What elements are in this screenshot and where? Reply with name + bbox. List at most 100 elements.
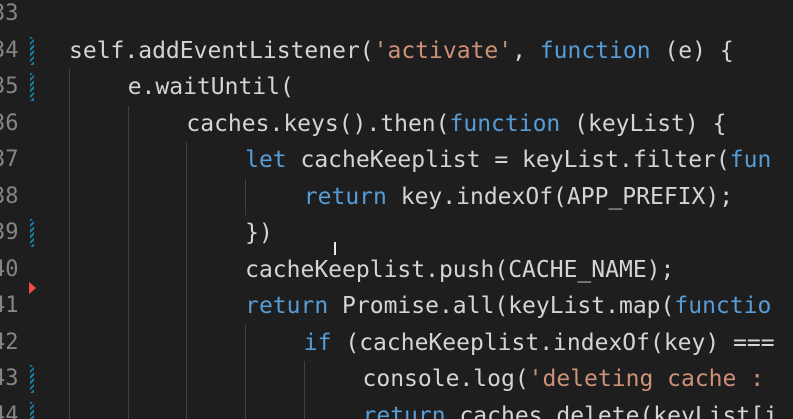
indent-guide bbox=[69, 105, 70, 142]
code-text[interactable]: return Promise.all(keyList.map(functio bbox=[245, 288, 771, 325]
indent-guide bbox=[303, 361, 305, 398]
code-line[interactable]: 42 if (cacheKeeplist.indexOf(key) === bbox=[0, 324, 793, 362]
code-line[interactable]: 38 return key.indexOf(APP_PREFIX); bbox=[0, 178, 793, 216]
line-number: 36 bbox=[0, 110, 19, 136]
code-text[interactable]: self.addEventListener('activate', functi… bbox=[69, 33, 734, 70]
code-line[interactable]: 34 self.addEventListener('activate', func… bbox=[0, 33, 793, 70]
indent-guide bbox=[127, 142, 129, 179]
line-number: 39 bbox=[0, 220, 19, 245]
line-number: 44 bbox=[0, 402, 19, 419]
modified-line-indicator[interactable] bbox=[30, 73, 34, 101]
indent-guide bbox=[186, 142, 188, 179]
line-number: 33 bbox=[0, 1, 19, 26]
line-number: 43 bbox=[0, 366, 19, 391]
code-token: cacheKeeplist = keyList.filter( bbox=[286, 147, 730, 173]
modified-line-indicator[interactable] bbox=[30, 365, 34, 393]
code-line[interactable]: 37 let cacheKeeplist = keyList.filter(fun bbox=[0, 142, 793, 179]
indent-guide bbox=[186, 361, 188, 398]
line-number: 41 bbox=[0, 293, 19, 318]
code-text[interactable]: return caches.delete(keyList[i bbox=[363, 398, 778, 419]
line-number: 40 bbox=[0, 256, 19, 282]
code-token: caches.delete(keyList[i bbox=[445, 402, 778, 419]
code-line[interactable]: 41 return Promise.all(keyList.map(functio bbox=[0, 282, 793, 325]
line-number: 34 bbox=[0, 37, 19, 63]
code-token: self.addEventListener( bbox=[69, 37, 374, 64]
code-token: (e) { bbox=[650, 37, 734, 64]
code-token: return bbox=[303, 183, 387, 210]
code-token: key.indexOf(APP_PREFIX); bbox=[386, 183, 734, 210]
code-token: }) bbox=[245, 220, 273, 246]
indent-guide bbox=[69, 178, 70, 215]
code-text[interactable]: let cacheKeeplist = keyList.filter(fun bbox=[245, 142, 771, 179]
indent-guide bbox=[69, 215, 70, 252]
code-text[interactable]: return key.indexOf(APP_PREFIX); bbox=[304, 179, 733, 216]
indent-guide bbox=[186, 251, 188, 288]
code-token: , bbox=[512, 37, 540, 64]
code-line[interactable]: 33 bbox=[0, 0, 793, 33]
code-editor[interactable]: 33 34 self.addEventListener('activate', fu… bbox=[0, 0, 793, 419]
indent-guide bbox=[127, 324, 129, 361]
deleted-line-indicator[interactable] bbox=[29, 282, 36, 294]
code-line[interactable]: 40 cacheKeeplist.push(CACHE_NAME); bbox=[0, 251, 793, 289]
code-line[interactable]: 35 e.waitUntil( bbox=[0, 69, 793, 106]
indent-guide bbox=[127, 361, 129, 398]
line-number: 35 bbox=[0, 74, 19, 99]
code-token: Promise.all(keyList.map( bbox=[328, 293, 675, 319]
modified-line-indicator[interactable] bbox=[30, 36, 34, 65]
code-token: 'activate' bbox=[373, 37, 513, 64]
code-token: let bbox=[245, 147, 287, 173]
code-line[interactable]: 39}) bbox=[0, 215, 793, 252]
indent-guide bbox=[186, 178, 188, 215]
code-line[interactable]: 36 caches.keys().then(function (keyList) … bbox=[0, 105, 793, 143]
code-text[interactable]: if (cacheKeeplist.indexOf(key) === bbox=[304, 325, 775, 362]
code-token: cacheKeeplist.push(CACHE_NAME); bbox=[245, 256, 675, 283]
modified-line-indicator[interactable] bbox=[30, 219, 34, 247]
code-line[interactable]: 43 console.log('deleting cache : bbox=[0, 361, 793, 398]
code-line[interactable]: 44 return caches.delete(keyList[i bbox=[0, 397, 793, 419]
indent-guide bbox=[245, 397, 247, 419]
text-cursor-icon: I bbox=[332, 239, 338, 260]
code-text[interactable]: }) bbox=[245, 215, 273, 252]
code-token: (keyList) { bbox=[560, 110, 727, 137]
code-token: fun bbox=[729, 147, 772, 173]
indent-guide bbox=[69, 361, 70, 398]
indent-guide bbox=[127, 178, 129, 215]
indent-guide bbox=[186, 324, 188, 361]
code-text[interactable]: console.log('deleting cache : bbox=[363, 361, 778, 398]
indent-guide bbox=[127, 251, 129, 288]
indent-guide bbox=[245, 361, 247, 398]
code-token: console.log( bbox=[362, 366, 529, 392]
indent-guide bbox=[245, 178, 247, 215]
indent-guide bbox=[69, 251, 70, 288]
indent-guide bbox=[69, 397, 70, 419]
code-token: e.waitUntil( bbox=[127, 74, 294, 100]
indent-guide bbox=[186, 215, 188, 252]
code-token: if bbox=[303, 329, 332, 356]
code-text[interactable]: e.waitUntil( bbox=[128, 69, 294, 106]
indent-guide bbox=[69, 142, 70, 179]
code-token: function bbox=[539, 37, 651, 64]
code-text[interactable]: caches.keys().then(function (keyList) { bbox=[186, 106, 726, 143]
indent-guide bbox=[245, 324, 247, 361]
indent-guide bbox=[127, 215, 129, 252]
indent-guide bbox=[127, 105, 129, 142]
indent-guide bbox=[186, 397, 188, 419]
code-text[interactable]: cacheKeeplist.push(CACHE_NAME); bbox=[245, 252, 674, 289]
indent-guide bbox=[127, 288, 129, 325]
code-token: function bbox=[449, 110, 561, 137]
code-token: caches.keys().then( bbox=[186, 110, 450, 137]
code-token: functio bbox=[674, 293, 772, 319]
code-token: (cacheKeeplist.indexOf(key) === bbox=[331, 329, 775, 356]
line-number: 42 bbox=[0, 329, 19, 355]
code-token: 'deleting cache : bbox=[528, 366, 778, 392]
indent-guide bbox=[186, 288, 188, 325]
line-number: 38 bbox=[0, 183, 19, 209]
line-number: 37 bbox=[0, 147, 19, 172]
indent-guide bbox=[303, 397, 305, 419]
modified-line-indicator[interactable] bbox=[30, 401, 34, 419]
indent-guide bbox=[127, 397, 129, 419]
indent-guide bbox=[69, 69, 70, 106]
code-token: return bbox=[245, 293, 329, 319]
indent-guide bbox=[69, 288, 70, 325]
indent-guide bbox=[69, 324, 70, 361]
